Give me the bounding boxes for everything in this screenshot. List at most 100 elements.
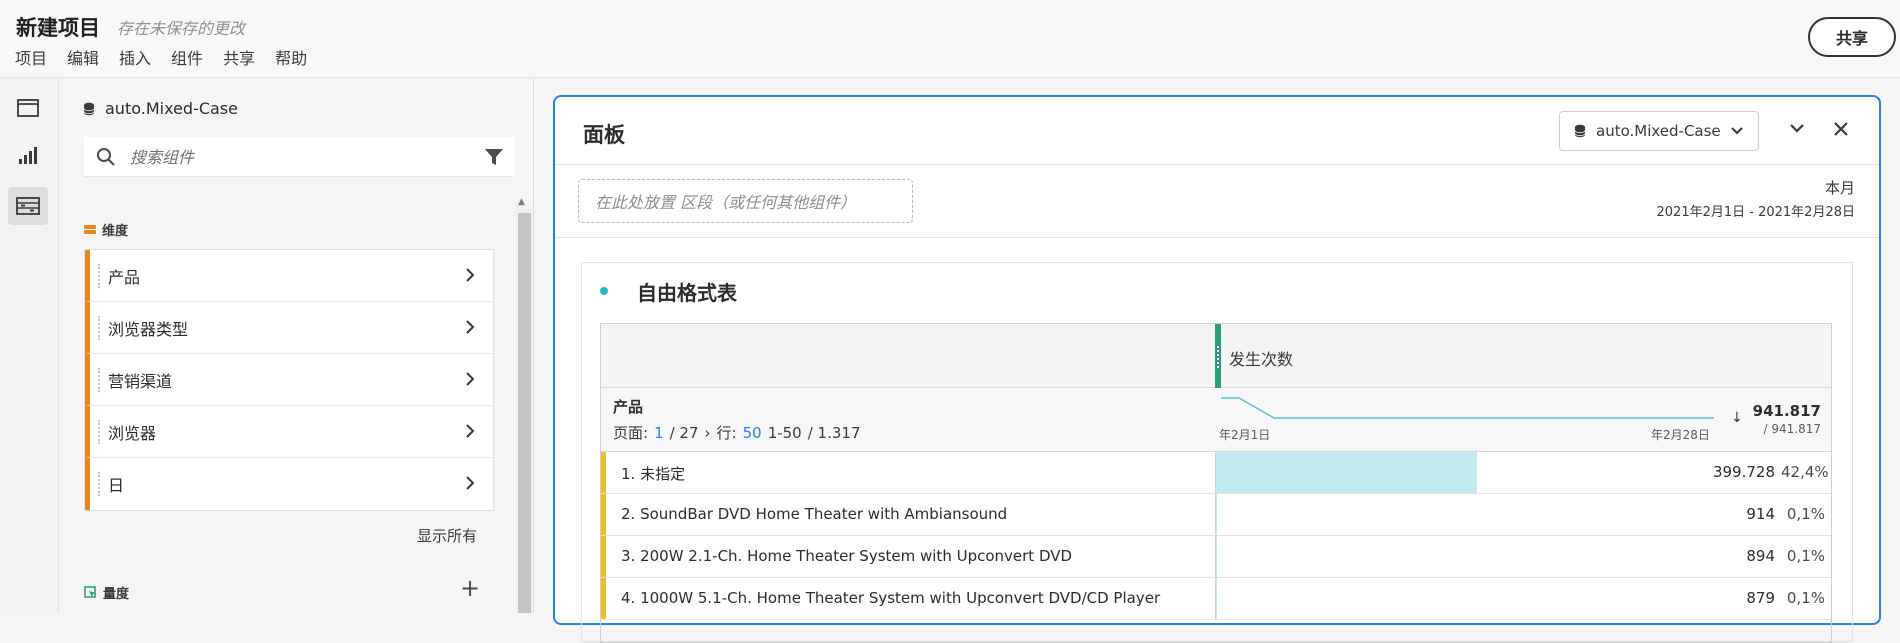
row-label[interactable]: 1. 未指定 xyxy=(621,463,685,484)
database-icon xyxy=(83,102,95,115)
panel-icon[interactable] xyxy=(8,89,48,127)
row-total: / 1.317 xyxy=(807,423,861,442)
rows-per-page[interactable]: 50 xyxy=(743,424,762,442)
column-divider xyxy=(1215,452,1216,493)
dimension-label: 日 xyxy=(108,476,125,495)
total-value: 941.817 xyxy=(1752,402,1821,420)
search-icon xyxy=(97,148,115,166)
top-header: 新建项目 存在未保存的更改 项目 编辑 插入 组件 共享 帮助 共享 xyxy=(0,0,1900,78)
dimensions-label: 维度 xyxy=(102,224,129,239)
row-marker xyxy=(601,494,606,535)
dimension-label: 产品 xyxy=(108,267,141,287)
menu-components[interactable]: 组件 xyxy=(171,45,203,69)
table-row[interactable]: 4. 1000W 5.1-Ch. Home Theater System wit… xyxy=(601,578,1831,620)
next-page-icon[interactable]: › xyxy=(705,424,711,442)
datasource-name: auto.Mixed-Case xyxy=(105,99,238,118)
chevron-right-icon[interactable] xyxy=(465,476,475,490)
sort-descending-icon[interactable]: ↓ xyxy=(1731,410,1743,426)
metrics-header: 量度 xyxy=(84,583,129,602)
row-label[interactable]: 4. 1000W 5.1-Ch. Home Theater System wit… xyxy=(621,589,1160,607)
chevron-right-icon[interactable] xyxy=(465,268,475,282)
filter-icon[interactable] xyxy=(484,147,504,167)
rows-label: 行: xyxy=(716,424,737,442)
show-all-link[interactable]: 显示所有 xyxy=(417,525,477,546)
drag-handle-icon[interactable] xyxy=(98,420,100,444)
workspace-panel: 面板 auto.Mixed-Case 在此处放置 区段（或任何其他组件） 本月 … xyxy=(553,95,1881,643)
project-title[interactable]: 新建项目 xyxy=(16,12,100,42)
scrollbar-thumb[interactable] xyxy=(518,213,531,613)
dimension-item-day[interactable]: 日 xyxy=(85,458,493,510)
row-label[interactable]: 3. 200W 2.1-Ch. Home Theater System with… xyxy=(621,547,1072,565)
dimension-label: 营销渠道 xyxy=(108,371,173,391)
divider xyxy=(555,237,1879,238)
share-button[interactable]: 共享 xyxy=(1808,17,1896,57)
page-number[interactable]: 1 xyxy=(654,424,664,442)
dimension-name[interactable]: 产品 xyxy=(613,396,643,417)
drag-handle-icon[interactable] xyxy=(98,472,100,496)
page-total: / 27 xyxy=(669,423,699,442)
table-row[interactable]: 1. 未指定 399.728 42,4% xyxy=(601,452,1831,494)
table-row[interactable]: 2. SoundBar DVD Home Theater with Ambian… xyxy=(601,494,1831,536)
drag-handle-icon[interactable] xyxy=(98,316,100,340)
row-percent: 42,4% xyxy=(1781,463,1829,481)
menu-bar: 项目 编辑 插入 组件 共享 帮助 xyxy=(15,45,327,69)
chevron-right-icon[interactable] xyxy=(465,320,475,334)
segment-dropzone[interactable]: 在此处放置 区段（或任何其他组件） xyxy=(578,179,913,223)
left-rail xyxy=(0,79,59,613)
drag-handle-icon[interactable] xyxy=(98,368,100,392)
close-icon[interactable] xyxy=(1833,121,1849,137)
metric-icon xyxy=(84,586,96,598)
component-search[interactable] xyxy=(84,137,514,177)
add-metric-button[interactable]: + xyxy=(460,576,480,600)
dimensions-header: 维度 xyxy=(84,220,128,239)
menu-project[interactable]: 项目 xyxy=(15,45,47,69)
dimension-item-product[interactable]: 产品 xyxy=(85,250,493,302)
row-value: 894 xyxy=(1746,547,1775,565)
sparkline-start-label: 年2月1日 xyxy=(1219,428,1271,442)
date-range-label[interactable]: 本月 xyxy=(1825,177,1855,198)
row-value: 914 xyxy=(1746,505,1775,523)
pagination: 页面: 1 / 27 › 行: 50 1-50 / 1.317 xyxy=(613,422,861,443)
panel-datasource-name: auto.Mixed-Case xyxy=(1596,122,1721,140)
menu-edit[interactable]: 编辑 xyxy=(67,45,99,69)
column-divider xyxy=(1215,536,1216,577)
search-input[interactable] xyxy=(130,145,460,169)
collapse-icon[interactable] xyxy=(1789,123,1805,133)
menu-help[interactable]: 帮助 xyxy=(275,45,307,69)
viz-title[interactable]: 自由格式表 xyxy=(637,277,737,306)
components-icon[interactable] xyxy=(8,187,48,225)
components-panel: auto.Mixed-Case 维度 产品 浏览器类型 营销渠道 浏览器 日 显… xyxy=(60,79,534,613)
table-row[interactable]: 3. 200W 2.1-Ch. Home Theater System with… xyxy=(601,536,1831,578)
row-share-bar xyxy=(1216,452,1477,493)
row-label[interactable]: 2. SoundBar DVD Home Theater with Ambian… xyxy=(621,505,1007,523)
column-divider xyxy=(1215,494,1216,535)
row-range: 1-50 xyxy=(767,423,802,442)
metric-column-header[interactable]: 发生次数 xyxy=(601,324,1831,388)
visualization-icon[interactable] xyxy=(8,137,48,175)
freeform-table: 发生次数 产品 页面: 1 / 27 › 行: 50 1-50 / 1.317 … xyxy=(600,323,1832,643)
row-value: 879 xyxy=(1746,589,1775,607)
panel-header: 面板 auto.Mixed-Case xyxy=(555,97,1879,165)
menu-insert[interactable]: 插入 xyxy=(119,45,151,69)
panel-title[interactable]: 面板 xyxy=(583,119,625,149)
row-percent: 0,1% xyxy=(1786,505,1825,523)
drag-handle-icon[interactable] xyxy=(98,264,100,288)
row-share-bar xyxy=(1216,494,1217,535)
dimension-item-browser[interactable]: 浏览器 xyxy=(85,406,493,458)
dimension-item-marketing-channel[interactable]: 营销渠道 xyxy=(85,354,493,406)
sparkline-end-label: 年2月28日 xyxy=(1651,428,1710,442)
menu-share[interactable]: 共享 xyxy=(223,45,255,69)
dimension-label: 浏览器 xyxy=(108,423,157,443)
dimension-item-browser-type[interactable]: 浏览器类型 xyxy=(85,302,493,354)
datasource-row[interactable]: auto.Mixed-Case xyxy=(83,99,238,118)
date-range[interactable]: 2021年2月1日 - 2021年2月28日 xyxy=(1657,201,1855,220)
chevron-right-icon[interactable] xyxy=(465,424,475,438)
chevron-down-icon xyxy=(1730,127,1743,135)
chevron-right-icon[interactable] xyxy=(465,372,475,386)
dimension-header-row: 产品 页面: 1 / 27 › 行: 50 1-50 / 1.317 年2月1日… xyxy=(601,388,1831,452)
scroll-up-icon[interactable]: ▲ xyxy=(518,197,525,207)
freeform-table-viz: 自由格式表 发生次数 产品 页面: 1 / 27 › 行: 50 1-50 / … xyxy=(581,262,1853,643)
row-percent: 0,1% xyxy=(1786,547,1825,565)
drag-handle-icon[interactable] xyxy=(1217,346,1219,368)
panel-datasource-select[interactable]: auto.Mixed-Case xyxy=(1559,111,1759,151)
